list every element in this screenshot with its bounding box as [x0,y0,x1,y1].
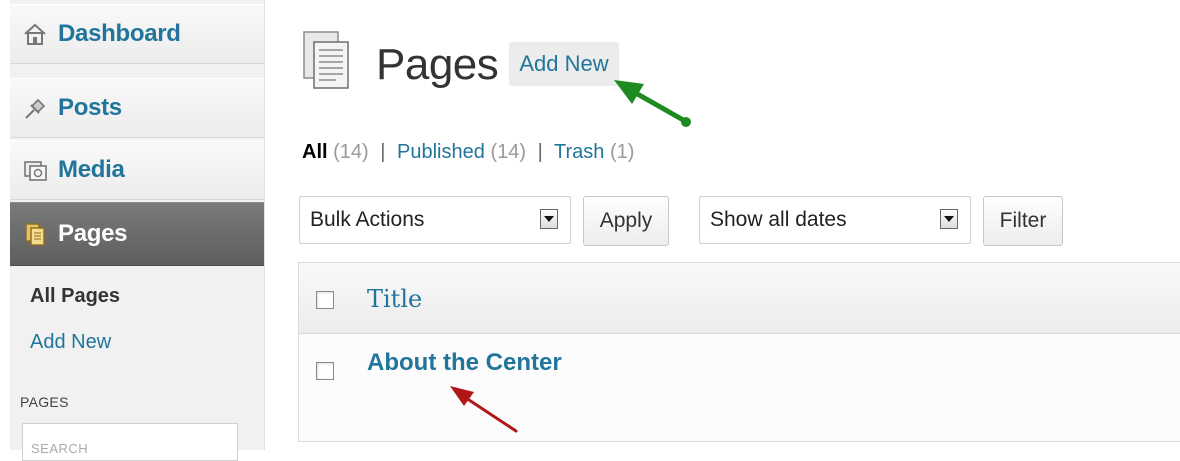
filter-published[interactable]: Published [397,141,485,163]
bulk-actions-select[interactable]: Bulk Actions [299,196,571,244]
filter-separator: | [537,141,543,163]
bulk-actions-value: Bulk Actions [310,208,425,231]
filter-separator: | [380,141,386,163]
pages-header-icon [302,30,356,96]
menu-item-media[interactable]: Media [10,140,264,200]
menu-item-posts[interactable]: Posts [10,78,264,138]
admin-sidebar: Dashboard Posts Media Pages All Pages Ad… [10,0,265,461]
media-icon [22,157,48,183]
menu-label-pages: Pages [58,220,128,247]
pushpin-icon [22,95,48,121]
pages-widget-title: PAGES [20,394,69,410]
menu-label-dashboard: Dashboard [58,20,181,47]
pages-table: Title About the Center [298,262,1180,450]
select-all-checkbox[interactable] [316,291,334,309]
menu-item-dashboard[interactable]: Dashboard [10,4,264,64]
submenu-add-new[interactable]: Add New [30,331,111,354]
submenu-all-pages[interactable]: All Pages [30,285,120,308]
add-new-button[interactable]: Add New [509,42,619,86]
filter-all[interactable]: All [302,141,328,163]
menu-label-media: Media [58,156,125,183]
apply-button[interactable]: Apply [583,196,669,246]
filter-all-count: (14) [333,141,369,163]
menu-label-posts: Posts [58,94,122,121]
dropdown-arrow-icon [940,209,958,229]
dropdown-arrow-icon [540,209,558,229]
pages-icon [22,221,48,247]
date-filter-select[interactable]: Show all dates [699,196,971,244]
filter-button[interactable]: Filter [983,196,1063,246]
filter-published-count: (14) [490,141,527,163]
green-arrow-icon [614,80,691,127]
filter-trash-count: (1) [609,141,635,163]
sidebar-search-input[interactable] [22,423,238,461]
status-filter-links: All (14) | Published (14) | Trash (1) [302,141,634,164]
row-checkbox[interactable] [316,362,334,380]
table-row: About the Center [298,334,1180,442]
page-title: Pages [376,40,499,89]
table-header-row: Title [298,262,1180,334]
menu-item-pages[interactable]: Pages [10,202,264,266]
filter-trash[interactable]: Trash [554,141,604,163]
dashboard-icon [22,21,48,47]
date-filter-value: Show all dates [710,208,847,231]
column-header-title[interactable]: Title [367,285,422,313]
row-title-link[interactable]: About the Center [367,349,562,377]
